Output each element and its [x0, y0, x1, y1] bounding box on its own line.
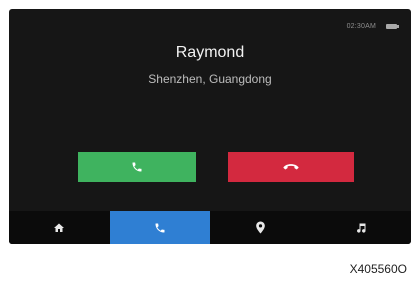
nav-music[interactable] — [311, 211, 412, 244]
model-code: X405560O — [349, 262, 407, 276]
answer-call-button[interactable] — [78, 152, 196, 182]
car-display-screen: 02:30AM Raymond Shenzhen, Guangdong — [9, 9, 411, 244]
music-note-icon — [355, 222, 367, 234]
phone-icon — [154, 222, 166, 234]
bottom-nav-bar — [9, 211, 411, 244]
caller-name: Raymond — [175, 44, 245, 61]
nav-phone[interactable] — [109, 211, 210, 244]
phone-icon — [131, 161, 143, 173]
caller-location: Shenzhen, Guangdong — [148, 72, 272, 86]
phone-hangup-icon — [283, 162, 299, 172]
status-bar: 02:30AM — [346, 21, 399, 31]
nav-home[interactable] — [9, 211, 110, 244]
battery-icon — [386, 23, 399, 29]
status-time: 02:30AM — [346, 22, 376, 30]
home-icon — [53, 222, 65, 234]
nav-map[interactable] — [210, 211, 311, 244]
map-pin-icon — [255, 221, 266, 234]
page: 02:30AM Raymond Shenzhen, Guangdong X405… — [0, 0, 420, 287]
decline-call-button[interactable] — [228, 152, 354, 182]
